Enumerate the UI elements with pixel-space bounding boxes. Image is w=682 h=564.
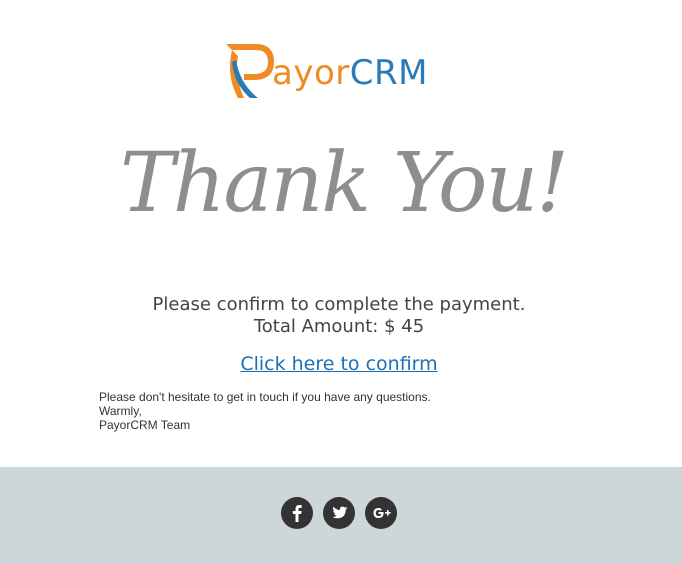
logo-wordmark-ayor: ayor <box>272 53 350 93</box>
footer <box>0 467 682 564</box>
google-plus-icon[interactable] <box>365 497 397 529</box>
logo-wordmark: ayorCRM <box>272 53 428 93</box>
brand-logo: ayorCRM <box>222 40 462 104</box>
confirm-link[interactable]: Click here to confirm <box>240 353 437 375</box>
confirm-instruction: Please confirm to complete the payment. <box>152 294 526 315</box>
confirm-link-row: Click here to confirm <box>0 352 678 376</box>
payment-message: Please confirm to complete the payment. … <box>0 294 678 338</box>
note-line-warmly: Warmly, <box>99 404 142 418</box>
twitter-icon[interactable] <box>323 497 355 529</box>
thank-you-heading: Thank You! <box>120 128 569 240</box>
note-line-signature: PayorCRM Team <box>99 418 191 432</box>
facebook-icon[interactable] <box>281 497 313 529</box>
closing-note: Please don't hesitate to get in touch if… <box>99 390 431 432</box>
total-amount: Total Amount: $ 45 <box>253 316 425 337</box>
note-line-questions: Please don't hesitate to get in touch if… <box>99 390 431 404</box>
thank-you-text: Thank You! <box>120 136 569 231</box>
logo-wordmark-crm: CRM <box>349 53 428 93</box>
